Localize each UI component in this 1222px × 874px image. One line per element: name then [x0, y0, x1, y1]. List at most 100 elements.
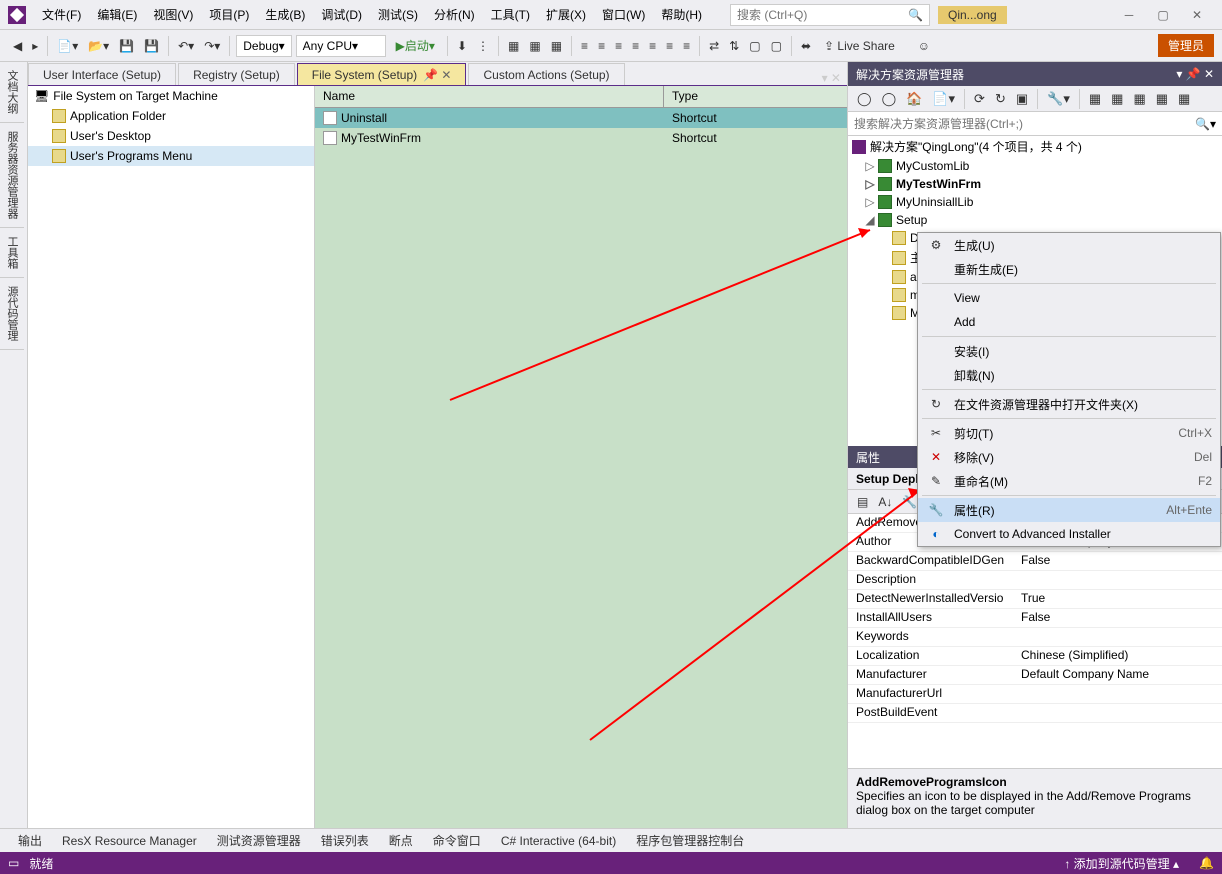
- search-input[interactable]: [737, 8, 897, 22]
- project-node[interactable]: ▷MyCustomLib: [848, 157, 1222, 175]
- list-item[interactable]: UninstallShortcut: [315, 108, 847, 128]
- align-icon-5[interactable]: ≡: [645, 37, 660, 55]
- menu-工具(T)[interactable]: 工具(T): [483, 4, 538, 26]
- tb-icon-5[interactable]: ▦: [547, 37, 566, 55]
- doc-tab[interactable]: Custom Actions (Setup): [468, 63, 624, 85]
- start-button[interactable]: ▶ 启动 ▾: [388, 37, 443, 54]
- project-node[interactable]: ◢Setup: [848, 211, 1222, 229]
- doc-tab[interactable]: User Interface (Setup): [28, 63, 176, 85]
- menu-扩展(X)[interactable]: 扩展(X): [538, 4, 594, 26]
- column-type[interactable]: Type: [664, 86, 847, 107]
- solution-search-input[interactable]: [854, 117, 1195, 131]
- size-icon[interactable]: ⬌: [797, 37, 815, 55]
- solution-search[interactable]: 🔍▾: [848, 112, 1222, 136]
- back-button[interactable]: ◀: [9, 37, 26, 55]
- menu-文件(F)[interactable]: 文件(F): [34, 4, 89, 26]
- spacing-icon-2[interactable]: ⇅: [725, 37, 743, 55]
- property-row[interactable]: LocalizationChinese (Simplified): [848, 647, 1222, 666]
- save-button[interactable]: 💾: [115, 37, 138, 55]
- bottom-tab[interactable]: 断点: [379, 832, 423, 849]
- sln-home-icon[interactable]: ◯: [853, 89, 876, 109]
- project-node[interactable]: ▷MyUninsiallLib: [848, 193, 1222, 211]
- sln-i1-icon[interactable]: ▦: [1085, 89, 1105, 109]
- column-name[interactable]: Name: [315, 86, 664, 107]
- new-button[interactable]: 📄▾: [53, 37, 82, 55]
- property-row[interactable]: PostBuildEvent: [848, 704, 1222, 723]
- maximize-button[interactable]: ▢: [1146, 4, 1180, 26]
- side-tab[interactable]: 工具箱: [0, 228, 24, 278]
- redo-button[interactable]: ↷▾: [200, 37, 224, 55]
- property-row[interactable]: Keywords: [848, 628, 1222, 647]
- context-menu-item[interactable]: ↻在文件资源管理器中打开文件夹(X): [918, 392, 1220, 416]
- tree-root[interactable]: 🖥 File System on Target Machine: [28, 86, 314, 106]
- bottom-tab[interactable]: 程序包管理器控制台: [626, 832, 754, 849]
- menu-编辑(E)[interactable]: 编辑(E): [89, 4, 145, 26]
- panel-pin-icon[interactable]: ▾ 📌 ✕: [1176, 67, 1214, 81]
- context-menu-item[interactable]: 🔧属性(R)Alt+Ente: [918, 498, 1220, 522]
- menu-分析(N)[interactable]: 分析(N): [426, 4, 483, 26]
- bell-icon[interactable]: 🔔: [1199, 856, 1214, 870]
- bottom-tab[interactable]: C# Interactive (64-bit): [491, 834, 626, 848]
- doc-tab[interactable]: File System (Setup)📌 ✕: [297, 63, 467, 85]
- tb-icon-1[interactable]: ⬇: [453, 37, 471, 55]
- context-menu-item[interactable]: Add: [918, 310, 1220, 334]
- forward-button[interactable]: ▸: [28, 37, 42, 55]
- tb-icon-4[interactable]: ▦: [525, 37, 544, 55]
- solution-node[interactable]: 解决方案"QingLong"(4 个项目，共 4 个): [848, 136, 1222, 157]
- menu-生成(B)[interactable]: 生成(B): [257, 4, 313, 26]
- save-all-button[interactable]: 💾: [140, 37, 163, 55]
- align-right-icon[interactable]: ≡: [611, 37, 626, 55]
- sln-wrench-icon[interactable]: 🔧▾: [1043, 89, 1074, 109]
- menu-调试(D)[interactable]: 调试(D): [313, 4, 370, 26]
- menu-窗口(W)[interactable]: 窗口(W): [594, 4, 653, 26]
- context-menu-item[interactable]: 卸载(N): [918, 363, 1220, 387]
- align-icon-7[interactable]: ≡: [679, 37, 694, 55]
- context-menu-item[interactable]: View: [918, 286, 1220, 310]
- project-node[interactable]: ▷MyTestWinFrm: [848, 175, 1222, 193]
- menu-测试(S)[interactable]: 测试(S): [370, 4, 426, 26]
- feedback-icon[interactable]: ☺: [914, 37, 934, 55]
- props-cat-icon[interactable]: ▤: [853, 493, 872, 511]
- config-combo[interactable]: Debug ▾: [236, 35, 291, 57]
- bottom-tab[interactable]: 错误列表: [311, 832, 379, 849]
- bottom-tab[interactable]: 测试资源管理器: [207, 832, 311, 849]
- spacing-icon-3[interactable]: ▢: [745, 37, 764, 55]
- property-row[interactable]: InstallAllUsersFalse: [848, 609, 1222, 628]
- sln-collapse-icon[interactable]: ▣: [1012, 89, 1032, 109]
- align-icon-6[interactable]: ≡: [662, 37, 677, 55]
- context-menu-item[interactable]: ◐Convert to Advanced Installer: [918, 522, 1220, 546]
- menu-帮助(H)[interactable]: 帮助(H): [653, 4, 710, 26]
- context-menu-item[interactable]: ⚙生成(U): [918, 233, 1220, 257]
- tab-dropdown-icon[interactable]: ▾ ✕: [816, 71, 847, 85]
- context-menu-item[interactable]: ✕移除(V)Del: [918, 445, 1220, 469]
- close-button[interactable]: ✕: [1180, 4, 1214, 26]
- platform-combo[interactable]: Any CPU ▾: [296, 35, 386, 57]
- tb-icon-3[interactable]: ▦: [504, 37, 523, 55]
- spacing-icon-1[interactable]: ⇄: [705, 37, 723, 55]
- search-box[interactable]: 🔍: [730, 4, 930, 26]
- tb-icon-2[interactable]: ⋮: [473, 37, 493, 55]
- tree-item[interactable]: User's Desktop: [28, 126, 314, 146]
- sln-sync-icon[interactable]: ⟳: [970, 89, 989, 109]
- align-icon-4[interactable]: ≡: [628, 37, 643, 55]
- sln-i5-icon[interactable]: ▦: [1174, 89, 1194, 109]
- bottom-tab[interactable]: 输出: [8, 832, 52, 849]
- align-left-icon[interactable]: ≡: [577, 37, 592, 55]
- sln-i3-icon[interactable]: ▦: [1129, 89, 1149, 109]
- bottom-tab[interactable]: ResX Resource Manager: [52, 834, 207, 848]
- side-tab[interactable]: 服务器资源管理器: [0, 123, 24, 228]
- side-tab[interactable]: 文档大纲: [0, 62, 24, 123]
- minimize-button[interactable]: ─: [1112, 4, 1146, 26]
- undo-button[interactable]: ↶▾: [174, 37, 198, 55]
- sln-i4-icon[interactable]: ▦: [1152, 89, 1172, 109]
- sln-i2-icon[interactable]: ▦: [1107, 89, 1127, 109]
- user-badge[interactable]: Qin...ong: [938, 6, 1007, 24]
- menu-视图(V)[interactable]: 视图(V): [145, 4, 201, 26]
- context-menu-item[interactable]: ✎重命名(M)F2: [918, 469, 1220, 493]
- property-row[interactable]: DetectNewerInstalledVersioTrue: [848, 590, 1222, 609]
- tree-item[interactable]: User's Programs Menu: [28, 146, 314, 166]
- sln-doc-icon[interactable]: 📄▾: [928, 89, 959, 109]
- sln-refresh-icon[interactable]: ↻: [991, 89, 1010, 109]
- list-item[interactable]: MyTestWinFrmShortcut: [315, 128, 847, 148]
- property-row[interactable]: Description: [848, 571, 1222, 590]
